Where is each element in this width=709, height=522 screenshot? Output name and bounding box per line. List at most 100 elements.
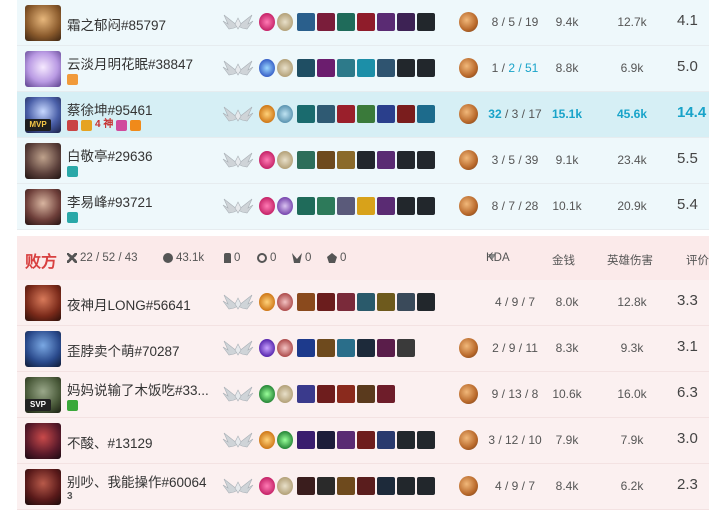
secondary-rune-icon (277, 385, 293, 403)
player-row[interactable]: 夜神月LONG#56641 4 / 9 / 7 8.0k 12.8k 3.3 (17, 280, 709, 326)
item-icon (377, 59, 395, 77)
item-icon (357, 431, 375, 449)
tower-stat: 0 (224, 252, 240, 264)
player-tags (67, 73, 78, 85)
item-slots (297, 197, 435, 215)
secondary-rune-icon (277, 13, 293, 31)
item-slots (297, 105, 435, 123)
gold-value: 7.9k (555, 433, 579, 447)
team-tag-icon (67, 211, 78, 223)
rank-wings-icon (222, 196, 254, 216)
tower-icon (224, 253, 231, 263)
column-header-damage[interactable]: 英雄伤害 (607, 252, 653, 268)
keystone-rune-icon (259, 197, 275, 215)
item-icon (357, 477, 375, 495)
item-icon (297, 431, 315, 449)
champion-avatar (25, 285, 61, 321)
player-tags: 3 (67, 491, 73, 503)
keystone-rune-icon (259, 13, 275, 31)
empty-item-slot (417, 13, 435, 31)
empty-item-slot (397, 151, 415, 169)
column-header-kda[interactable]: KDA (486, 252, 510, 264)
secondary-rune-icon (277, 431, 293, 449)
player-name[interactable]: 妈妈说输了木饭吃#33... (67, 379, 235, 399)
rank-wings-icon (222, 104, 254, 124)
player-tags: 4 神 (67, 119, 142, 131)
player-name[interactable]: 霜之郁闷#85797 (67, 14, 235, 34)
item-icon (317, 339, 335, 357)
player-name[interactable]: 云淡月明花眠#38847 (67, 53, 235, 73)
item-icon (377, 151, 395, 169)
gold-value: 8.4k (555, 479, 579, 493)
item-icon (317, 431, 335, 449)
player-name[interactable]: 夜神月LONG#56641 (67, 294, 235, 314)
dragon-count-text: 0 (340, 252, 347, 264)
rank-wings-icon (222, 58, 254, 78)
item-icon (317, 151, 335, 169)
item-slots (297, 59, 435, 77)
secondary-rune-icon (277, 197, 293, 215)
gold-value: 10.6k (552, 387, 582, 401)
player-name[interactable]: 歪脖卖个萌#70287 (67, 340, 235, 360)
player-row[interactable]: 不酸、#13129 3 / 12 / 10 7.9k 7.9k 3.0 (17, 418, 709, 464)
item-icon (377, 197, 395, 215)
column-header-score[interactable]: 评价 (686, 252, 709, 268)
gold-value: 9.4k (555, 15, 579, 29)
team-gold-stat: 43.1k (163, 252, 204, 264)
keystone-rune-icon (259, 339, 275, 357)
item-slots (297, 151, 435, 169)
player-row[interactable]: 别吵、我能操作#60064 3 4 / 9 / 7 8.4k 6.2k 2.3 (17, 464, 709, 510)
item-icon (337, 431, 355, 449)
empty-item-slot (417, 197, 435, 215)
item-icon (317, 293, 335, 311)
player-name[interactable]: 不酸、#13129 (67, 432, 235, 452)
damage-value: 20.9k (617, 199, 647, 213)
item-icon (397, 13, 415, 31)
damage-value: 9.3k (620, 341, 644, 355)
player-name[interactable]: 白敬亭#29636 (67, 145, 235, 165)
item-icon (317, 13, 335, 31)
baron-icon (292, 253, 302, 263)
item-icon (337, 59, 355, 77)
item-icon (397, 293, 415, 311)
item-slots (297, 293, 435, 311)
secondary-rune-icon (277, 477, 293, 495)
secondary-rune-icon (277, 293, 293, 311)
score-value: 14.4 (677, 104, 707, 121)
keystone-rune-icon (259, 293, 275, 311)
champion-avatar (25, 5, 61, 41)
player-row[interactable]: 云淡月明花眠#38847 1 / 2 / 51 8.8k 6.9k 5.0 (17, 46, 709, 92)
mvp-badge: MVP (25, 119, 51, 131)
item-icon (337, 293, 355, 311)
score-value: 6.3 (677, 384, 698, 401)
gold-value: 8.3k (555, 341, 579, 355)
player-row-mvp[interactable]: MVP 蔡徐坤#95461 4 神 32 / 3 / 17 15.1k 45.6… (17, 92, 709, 138)
player-name[interactable]: 李易峰#93721 (67, 191, 235, 211)
item-icon (297, 339, 315, 357)
svp-badge: SVP (25, 399, 51, 411)
score-value: 5.0 (677, 58, 698, 75)
keystone-rune-icon (259, 385, 275, 403)
item-icon (337, 13, 355, 31)
champion-avatar (25, 469, 61, 505)
player-row[interactable]: 霜之郁闷#85797 8 / 5 / 19 9.4k 12.7k 4.1 (17, 0, 709, 46)
item-icon (377, 339, 395, 357)
coin-icon (163, 253, 173, 263)
item-icon (337, 105, 355, 123)
player-row[interactable]: 歪脖卖个萌#70287 2 / 9 / 11 8.3k 9.3k 3.1 (17, 326, 709, 372)
player-name[interactable]: 别吵、我能操作#60064 (67, 471, 235, 491)
item-icon (337, 339, 355, 357)
shield-tag-icon (67, 399, 78, 411)
item-icon (297, 385, 315, 403)
player-name[interactable]: 蔡徐坤#95461 (67, 99, 235, 119)
player-row[interactable]: 李易峰#93721 8 / 7 / 28 10.1k 20.9k 5.4 (17, 184, 709, 230)
item-icon (297, 197, 315, 215)
score-value: 3.1 (677, 338, 698, 355)
column-header-gold[interactable]: 金钱 (552, 252, 575, 268)
kda-kills: 32 (488, 107, 502, 121)
damage-value: 12.8k (617, 295, 647, 309)
score-value: 5.5 (677, 150, 698, 167)
damage-value: 23.4k (617, 153, 647, 167)
player-row[interactable]: 白敬亭#29636 3 / 5 / 39 9.1k 23.4k 5.5 (17, 138, 709, 184)
player-row-svp[interactable]: SVP 妈妈说输了木饭吃#33... 9 / 13 / 8 10.6k 16.0… (17, 372, 709, 418)
